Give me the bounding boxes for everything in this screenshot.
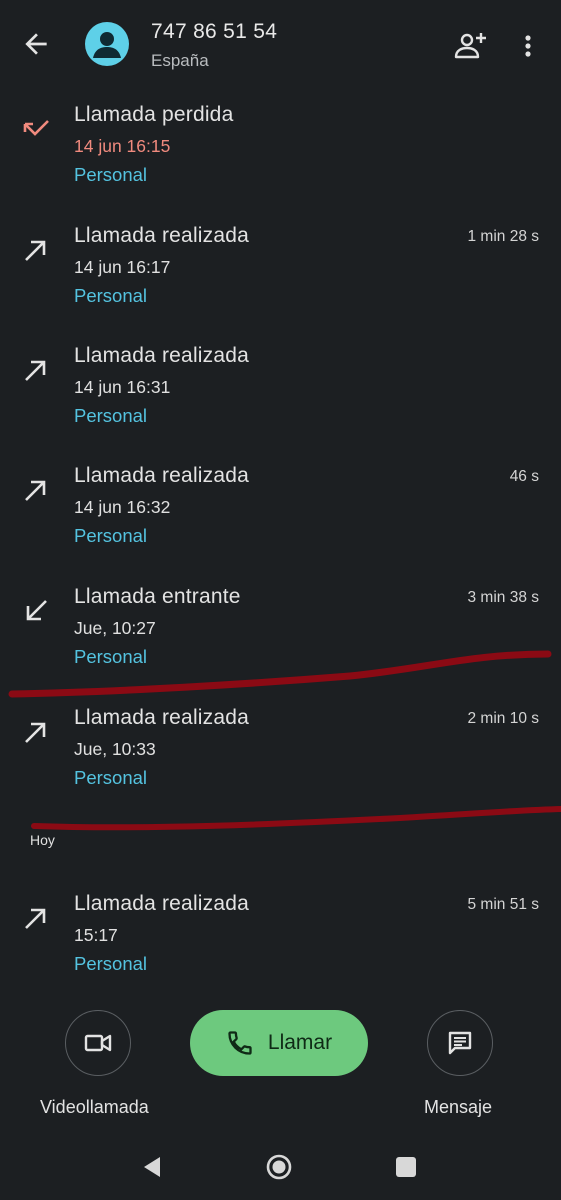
message-icon <box>448 1031 472 1055</box>
call-time: 14 jun 16:32 <box>74 497 171 517</box>
call-time: 15:17 <box>74 925 118 945</box>
contact-number: 747 86 51 54 <box>151 20 278 43</box>
call-account: Personal <box>74 405 148 426</box>
call-duration: 1 min 28 s <box>467 228 539 245</box>
outgoing-call-icon <box>25 908 46 929</box>
videocam-icon <box>84 1034 112 1052</box>
outgoing-call-icon <box>25 722 46 743</box>
call-log-item[interactable]: Llamada perdida 14 jun 16:15 Personal <box>0 103 561 213</box>
nav-back-icon[interactable] <box>140 1154 166 1180</box>
back-arrow-icon[interactable] <box>20 28 52 60</box>
call-account: Personal <box>74 646 148 667</box>
call-duration: 5 min 51 s <box>467 896 539 913</box>
nav-recents-icon[interactable] <box>396 1157 416 1177</box>
call-account: Personal <box>74 767 148 788</box>
contact-country: España <box>151 51 209 70</box>
call-type: Llamada realizada <box>74 706 250 729</box>
call-log-item[interactable]: Llamada realizada 15:17 Personal 5 min 5… <box>0 892 561 1002</box>
person-icon <box>93 32 121 58</box>
call-duration: 2 min 10 s <box>467 710 539 727</box>
call-type: Llamada realizada <box>74 224 250 247</box>
call-time: Jue, 10:33 <box>74 739 156 759</box>
call-type: Llamada perdida <box>74 103 234 126</box>
more-vert-icon[interactable] <box>514 28 542 64</box>
call-account: Personal <box>74 953 148 974</box>
outgoing-call-icon <box>25 360 46 381</box>
app-bar: 747 86 51 54 España <box>0 0 561 92</box>
call-duration: 3 min 38 s <box>467 589 539 606</box>
avatar[interactable] <box>85 22 129 66</box>
call-log-item[interactable]: Llamada realizada 14 jun 16:17 Personal … <box>0 224 561 334</box>
video-call-label: Videollamada <box>40 1097 149 1117</box>
section-header-today: Hoy <box>30 832 55 848</box>
call-account: Personal <box>74 525 148 546</box>
add-contact-icon[interactable] <box>452 28 488 64</box>
call-button[interactable]: Llamar <box>190 1010 368 1076</box>
call-account: Personal <box>74 285 148 306</box>
outgoing-call-icon <box>25 480 46 501</box>
call-log-item[interactable]: Llamada realizada 14 jun 16:31 Personal <box>0 344 561 454</box>
incoming-call-icon <box>26 600 47 621</box>
call-type: Llamada entrante <box>74 585 241 608</box>
missed-call-icon <box>23 120 49 136</box>
call-type: Llamada realizada <box>74 344 250 367</box>
call-button-label: Llamar <box>267 1031 333 1054</box>
call-account: Personal <box>74 164 148 185</box>
call-log-item[interactable]: Llamada realizada 14 jun 16:32 Personal … <box>0 464 561 574</box>
message-label: Mensaje <box>424 1097 493 1117</box>
phone-icon <box>228 1031 252 1055</box>
call-time: 14 jun 16:31 <box>74 377 171 397</box>
call-log-item[interactable]: Llamada realizada Jue, 10:33 Personal 2 … <box>0 706 561 816</box>
call-duration: 46 s <box>509 468 539 485</box>
call-log-item[interactable]: Llamada entrante Jue, 10:27 Personal 3 m… <box>0 585 561 695</box>
nav-home-icon[interactable] <box>264 1152 294 1182</box>
video-call-button[interactable] <box>65 1010 131 1076</box>
call-time: Jue, 10:27 <box>74 618 156 638</box>
outgoing-call-icon <box>25 240 46 261</box>
call-type: Llamada realizada <box>74 892 250 915</box>
call-type: Llamada realizada <box>74 464 250 487</box>
call-time: 14 jun 16:17 <box>74 257 171 277</box>
call-time: 14 jun 16:15 <box>74 136 171 156</box>
message-button[interactable] <box>427 1010 493 1076</box>
